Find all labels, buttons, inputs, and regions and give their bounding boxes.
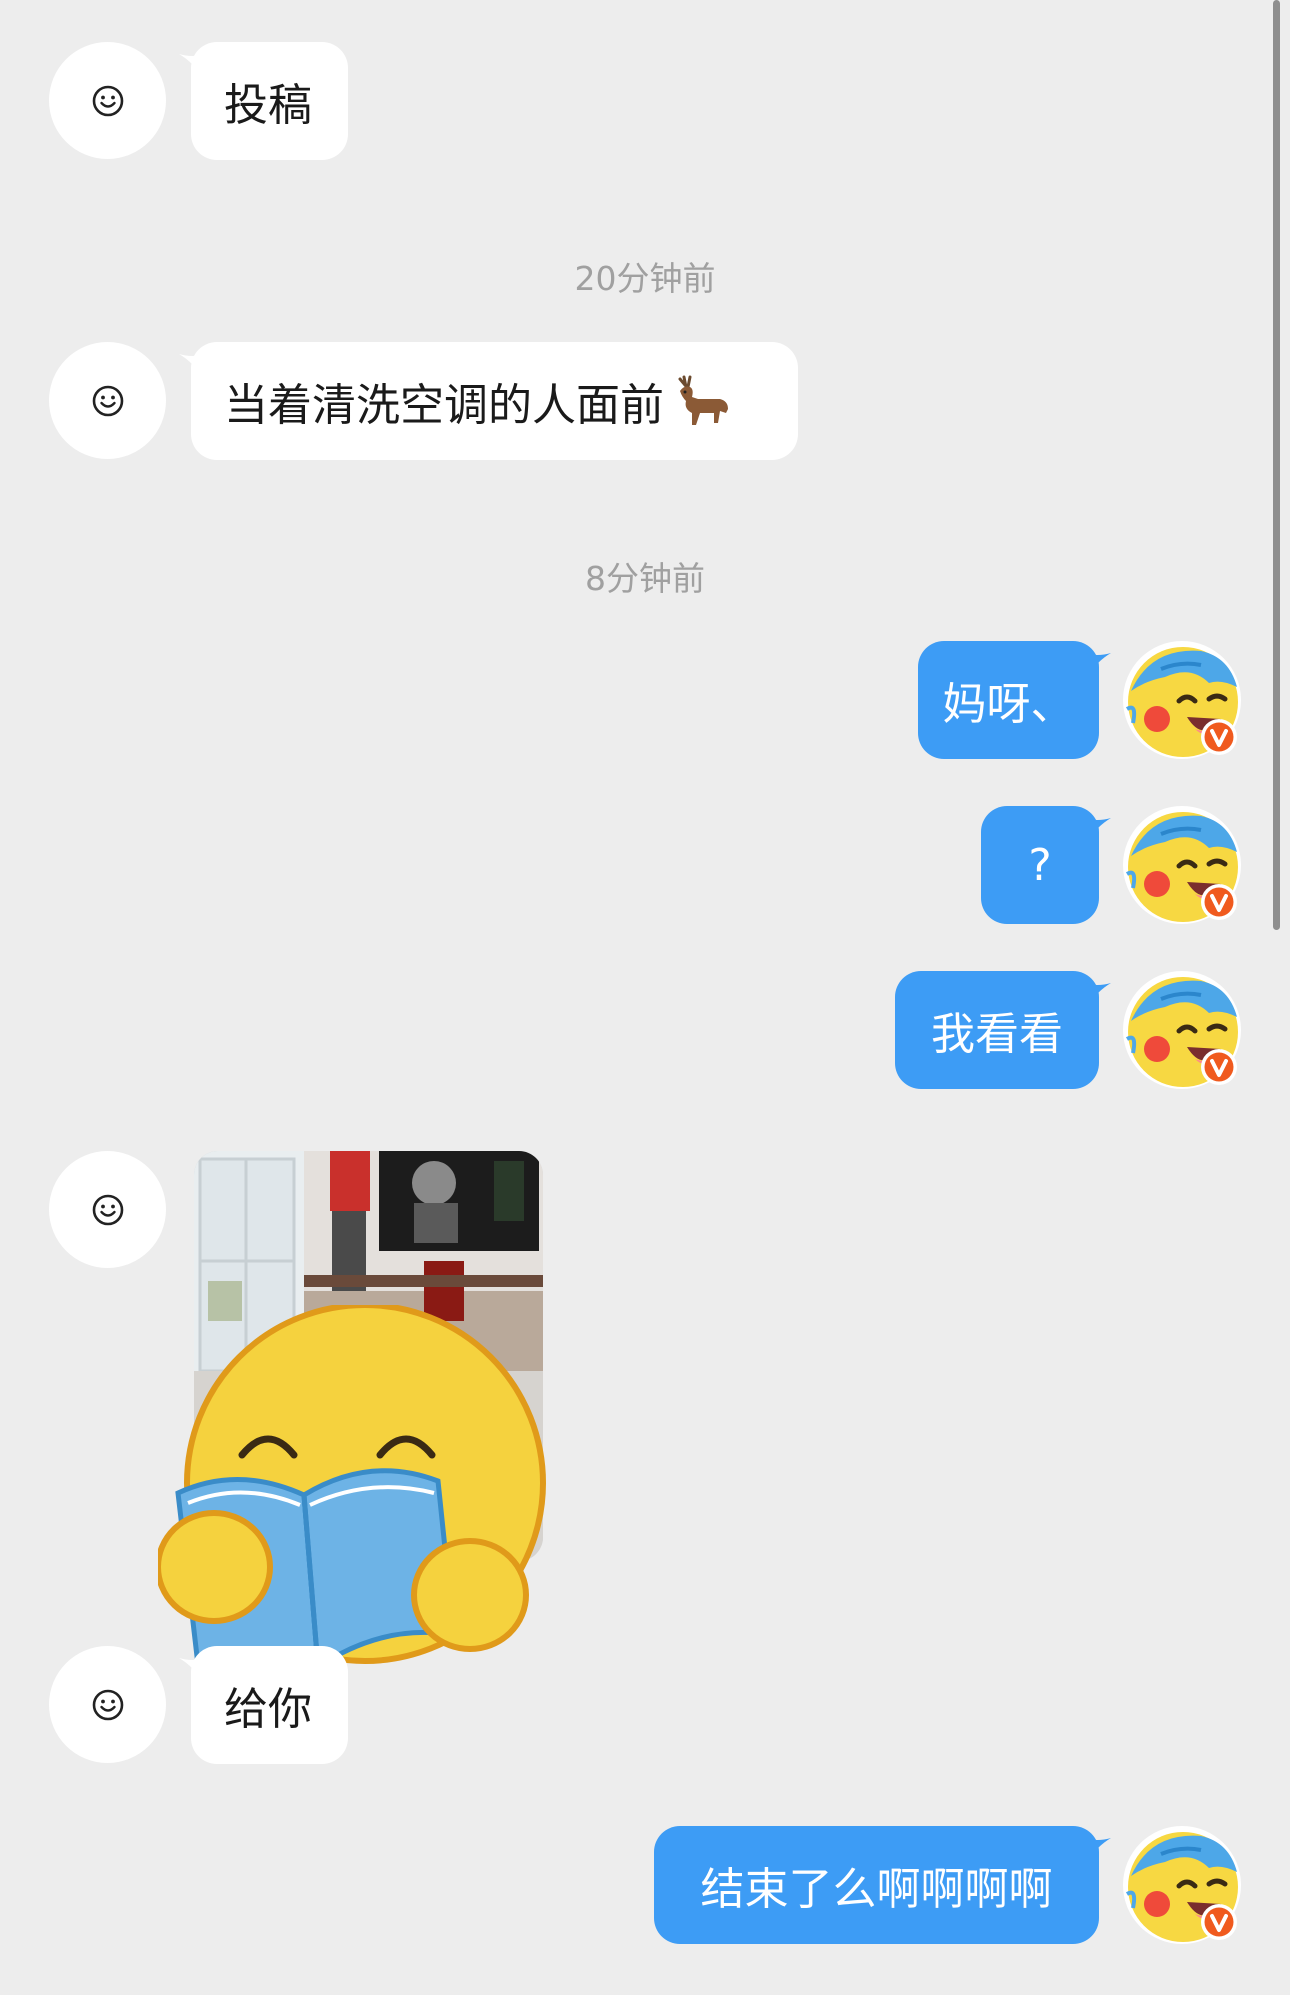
pikachu-avatar-icon — [1121, 639, 1243, 761]
message-bubble-incoming[interactable]: 当着清洗空调的人面前 — [179, 342, 798, 460]
smiley-face-icon — [91, 84, 125, 118]
smiley-face-icon — [91, 384, 125, 418]
message-text: 结束了么啊啊啊啊 — [700, 1864, 1053, 1915]
message-text: 投稿 — [224, 80, 312, 131]
own-avatar[interactable] — [1121, 969, 1243, 1091]
own-avatar[interactable] — [1121, 804, 1243, 926]
bubble-tail — [179, 1658, 205, 1684]
bubble-tail — [179, 354, 205, 380]
message-bubble-outgoing[interactable]: 妈呀、 — [918, 641, 1111, 759]
message-bubble-outgoing[interactable]: 我看看 — [895, 971, 1111, 1089]
own-avatar[interactable] — [1121, 1824, 1243, 1946]
own-avatar[interactable] — [1121, 639, 1243, 761]
message-bubble-outgoing[interactable]: 结束了么啊啊啊啊 — [654, 1826, 1111, 1944]
message-text: 妈呀、 — [942, 679, 1075, 730]
pikachu-avatar-icon — [1121, 1824, 1243, 1946]
message-text: 我看看 — [931, 1009, 1063, 1060]
deer-emoji — [678, 375, 728, 425]
chat-area[interactable]: 投稿 20分钟前 当着清洗空调的人面前 8分钟前 妈呀、 ? 我看看 给你 结束… — [0, 0, 1290, 1995]
timestamp: 20分钟前 — [574, 259, 716, 298]
pikachu-avatar-icon — [1121, 969, 1243, 1091]
timestamp: 8分钟前 — [585, 559, 705, 598]
bubble-tail — [1085, 983, 1111, 1009]
message-text: 给你 — [224, 1684, 312, 1735]
contact-avatar[interactable] — [49, 1151, 166, 1268]
smiley-face-icon — [91, 1688, 125, 1722]
scrollbar[interactable] — [1273, 0, 1280, 930]
message-text: ? — [1028, 839, 1052, 891]
contact-avatar[interactable] — [49, 1646, 166, 1763]
message-text: 当着清洗空调的人面前 — [224, 380, 664, 431]
message-bubble-incoming[interactable]: 投稿 — [179, 42, 348, 160]
bubble-tail — [179, 54, 205, 80]
message-bubble-incoming[interactable]: 给你 — [179, 1646, 348, 1764]
bubble-tail — [1085, 818, 1111, 844]
bubble-tail — [1085, 653, 1111, 679]
contact-avatar[interactable] — [49, 42, 166, 159]
reading-emoji-sticker — [158, 1305, 546, 1672]
message-bubble-outgoing[interactable]: ? — [981, 806, 1111, 924]
bubble-tail — [1085, 1838, 1111, 1864]
pikachu-avatar-icon — [1121, 804, 1243, 926]
contact-avatar[interactable] — [49, 342, 166, 459]
smiley-face-icon — [91, 1193, 125, 1227]
